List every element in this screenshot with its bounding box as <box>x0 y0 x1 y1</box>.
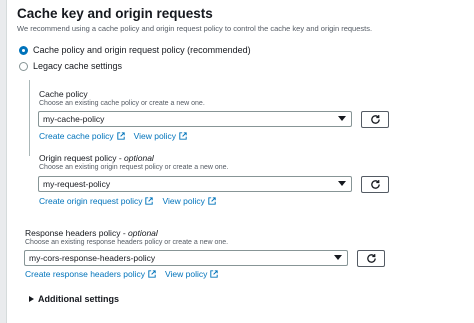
refresh-icon <box>366 254 376 263</box>
cache-policy-refresh-button[interactable] <box>361 111 389 128</box>
response-headers-policy-hint: Choose an existing response headers poli… <box>25 239 229 246</box>
additional-settings-toggle[interactable]: Additional settings <box>29 294 119 304</box>
cache-policy-value: my-cache-policy <box>43 114 105 124</box>
link-text: Create cache policy <box>39 131 114 141</box>
external-link-icon <box>210 270 219 278</box>
cache-policy-select[interactable]: my-cache-policy <box>38 111 352 127</box>
origin-request-policy-value: my-request-policy <box>43 179 111 189</box>
external-link-icon <box>145 197 154 205</box>
section-title: Cache key and origin requests <box>17 6 213 21</box>
radio-option-legacy[interactable]: Legacy cache settings <box>19 61 122 71</box>
link-text: View policy <box>162 196 205 206</box>
external-link-icon <box>179 132 187 140</box>
origin-request-policy-label: Origin request policy - optional <box>39 153 154 163</box>
radio-unselected-icon[interactable] <box>19 61 28 71</box>
caret-down-icon <box>338 181 346 186</box>
external-link-icon <box>208 197 216 205</box>
radio-option-recommended[interactable]: Cache policy and origin request policy (… <box>19 45 251 55</box>
additional-settings-label: Additional settings <box>38 294 119 304</box>
expand-triangle-icon <box>29 296 34 302</box>
link-text: Create origin request policy <box>39 196 143 206</box>
radio-label: Cache policy and origin request policy (… <box>33 45 251 55</box>
link-text: View policy <box>133 131 177 141</box>
external-link-icon <box>148 270 156 278</box>
external-link-icon <box>116 132 125 140</box>
refresh-icon <box>370 180 380 189</box>
response-headers-policy-select[interactable]: my-cors-response-headers-policy <box>24 250 348 266</box>
response-headers-policy-links: Create response headers policy View poli… <box>25 269 219 279</box>
optional-tag: optional <box>124 153 154 163</box>
section-description: We recommend using a cache policy and or… <box>17 24 373 33</box>
view-cache-policy-link[interactable]: View policy <box>134 131 187 141</box>
origin-request-policy-refresh-button[interactable] <box>361 176 389 193</box>
create-cache-policy-link[interactable]: Create cache policy <box>39 131 125 141</box>
radio-selected-icon[interactable] <box>19 45 28 55</box>
cache-policy-links: Create cache policy View policy <box>39 131 187 141</box>
origin-request-policy-select[interactable]: my-request-policy <box>38 176 352 192</box>
origin-request-policy-hint: Choose an existing origin request policy… <box>39 164 229 171</box>
radio-label: Legacy cache settings <box>33 61 123 71</box>
cache-policy-hint: Choose an existing cache policy or creat… <box>39 100 205 107</box>
response-headers-policy-label: Response headers policy - optional <box>25 228 158 238</box>
create-origin-request-policy-link[interactable]: Create origin request policy <box>39 196 154 206</box>
label-text: Origin request policy <box>39 153 117 163</box>
view-origin-request-policy-link[interactable]: View policy <box>162 196 216 206</box>
caret-down-icon <box>334 255 342 260</box>
origin-request-policy-links: Create origin request policy View policy <box>39 196 216 206</box>
response-headers-policy-refresh-button[interactable] <box>357 250 385 267</box>
cache-key-panel: Cache key and origin requests We recomme… <box>6 0 474 323</box>
caret-down-icon <box>338 116 346 121</box>
refresh-icon <box>370 115 380 124</box>
cache-policy-label: Cache policy <box>39 89 88 99</box>
label-text: Response headers policy <box>25 228 121 238</box>
optional-tag: optional <box>128 228 158 238</box>
response-headers-policy-value: my-cors-response-headers-policy <box>29 253 156 263</box>
link-text: View policy <box>165 269 208 279</box>
create-response-headers-policy-link[interactable]: Create response headers policy <box>25 269 156 279</box>
view-response-headers-policy-link[interactable]: View policy <box>165 269 219 279</box>
indent-divider <box>29 80 30 156</box>
link-text: Create response headers policy <box>25 269 146 279</box>
